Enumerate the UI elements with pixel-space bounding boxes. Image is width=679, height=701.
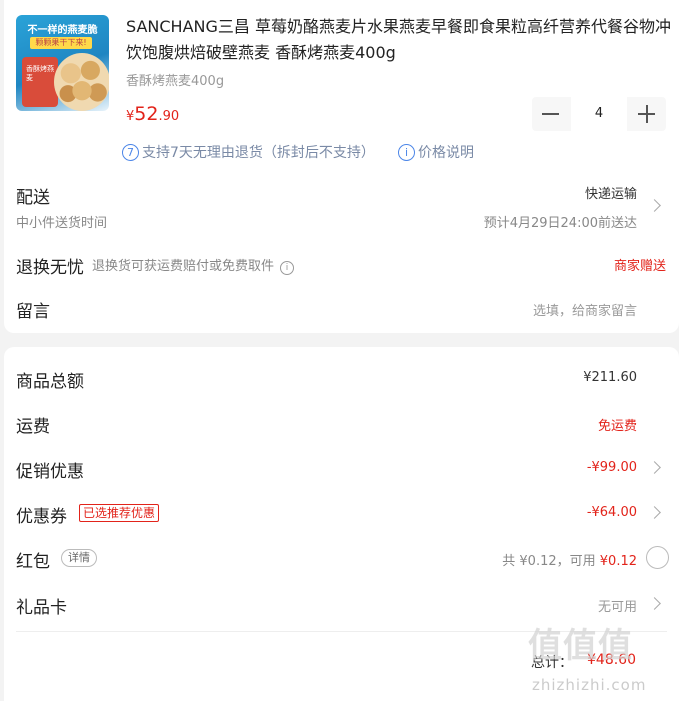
product-image-oats bbox=[54, 53, 109, 111]
coupon-label: 优惠券 bbox=[16, 507, 67, 527]
product-title[interactable]: SANCHANG三昌 草莓奶酪燕麦片水果燕麦早餐即食果粒高纤营养代餐谷物冲饮饱腹… bbox=[126, 14, 671, 66]
product-spec[interactable]: 香酥烤燕麦400g bbox=[126, 70, 224, 89]
delivery-sub: 中小件送货时间 bbox=[16, 216, 108, 231]
redpacket-radio[interactable] bbox=[646, 546, 669, 569]
product-price: ¥52.90 bbox=[126, 103, 179, 125]
product-image-pack-text: 香酥烤燕麦 bbox=[26, 65, 54, 82]
giftcard-label: 礼品卡 bbox=[16, 598, 67, 618]
price-decimal: .90 bbox=[158, 109, 180, 124]
return-policy[interactable]: 7 支持7天无理由退货（拆封后不支持） bbox=[122, 143, 375, 161]
chevron-right-icon[interactable] bbox=[648, 597, 661, 610]
price-integer: 52 bbox=[134, 103, 159, 125]
product-image-tag: 颗颗果干下来! bbox=[30, 37, 92, 49]
shipping-value: 免运费 bbox=[597, 419, 637, 434]
message-input[interactable]: 选填，给商家留言 bbox=[533, 300, 637, 319]
redpacket-total: 共 ¥0.12，可用 bbox=[502, 554, 596, 569]
redpacket-info: 共 ¥0.12，可用 ¥0.12 bbox=[502, 550, 637, 569]
delivery-eta[interactable]: 预计4月29日24:00前送达 bbox=[484, 212, 637, 231]
promo-label: 促销优惠 bbox=[16, 462, 84, 482]
quantity-value[interactable]: 4 bbox=[571, 97, 627, 131]
product-image-pack: 香酥烤燕麦 bbox=[22, 57, 58, 107]
price-info-link[interactable]: i 价格说明 bbox=[398, 143, 474, 161]
seven-day-icon: 7 bbox=[122, 143, 139, 161]
returns-label: 退换无忧 bbox=[16, 258, 84, 278]
chevron-right-icon[interactable] bbox=[648, 199, 661, 212]
redpacket-detail-button[interactable]: 详情 bbox=[61, 549, 97, 567]
return-policy-text: 支持7天无理由退货（拆封后不支持） bbox=[142, 145, 375, 161]
product-image-badge: 不一样的燕麦脆 bbox=[27, 25, 98, 36]
goods-total-label: 商品总额 bbox=[16, 372, 84, 392]
increase-button[interactable] bbox=[628, 97, 666, 131]
info-icon[interactable]: i bbox=[280, 261, 295, 275]
delivery-label: 配送 bbox=[16, 188, 50, 208]
coupon-value[interactable]: -¥64.00 bbox=[587, 505, 637, 520]
goods-total-value: ¥211.60 bbox=[583, 370, 637, 385]
returns-desc-text: 退换货可获运费赔付或免费取件 bbox=[92, 259, 275, 274]
price-info-text: 价格说明 bbox=[418, 145, 474, 161]
delivery-method[interactable]: 快递运输 bbox=[585, 183, 637, 202]
info-icon: i bbox=[398, 143, 415, 161]
giftcard-value[interactable]: 无可用 bbox=[598, 596, 637, 615]
product-card: 不一样的燕麦脆 颗颗果干下来! 香酥烤燕麦 SANCHANG三昌 草莓奶酪燕麦片… bbox=[4, 0, 679, 333]
coupon-badge: 已选推荐优惠 bbox=[79, 504, 160, 522]
promo-value[interactable]: -¥99.00 bbox=[587, 460, 637, 475]
shipping-label: 运费 bbox=[16, 417, 50, 437]
returns-gift: 商家赠送 bbox=[613, 259, 666, 274]
redpacket-label: 红包 bbox=[16, 552, 50, 572]
product-image[interactable]: 不一样的燕麦脆 颗颗果干下来! 香酥烤燕麦 bbox=[16, 15, 109, 111]
watermark-url: zhizhizhi.com bbox=[532, 676, 647, 694]
quantity-stepper: 4 bbox=[532, 97, 666, 131]
watermark-logo: 值值值 bbox=[528, 626, 633, 666]
returns-desc: 退换货可获运费赔付或免费取件 i bbox=[92, 255, 295, 275]
chevron-right-icon[interactable] bbox=[648, 506, 661, 519]
decrease-button[interactable] bbox=[532, 97, 570, 131]
redpacket-available: ¥0.12 bbox=[599, 554, 637, 569]
message-label: 留言 bbox=[16, 302, 50, 322]
chevron-right-icon[interactable] bbox=[648, 461, 661, 474]
